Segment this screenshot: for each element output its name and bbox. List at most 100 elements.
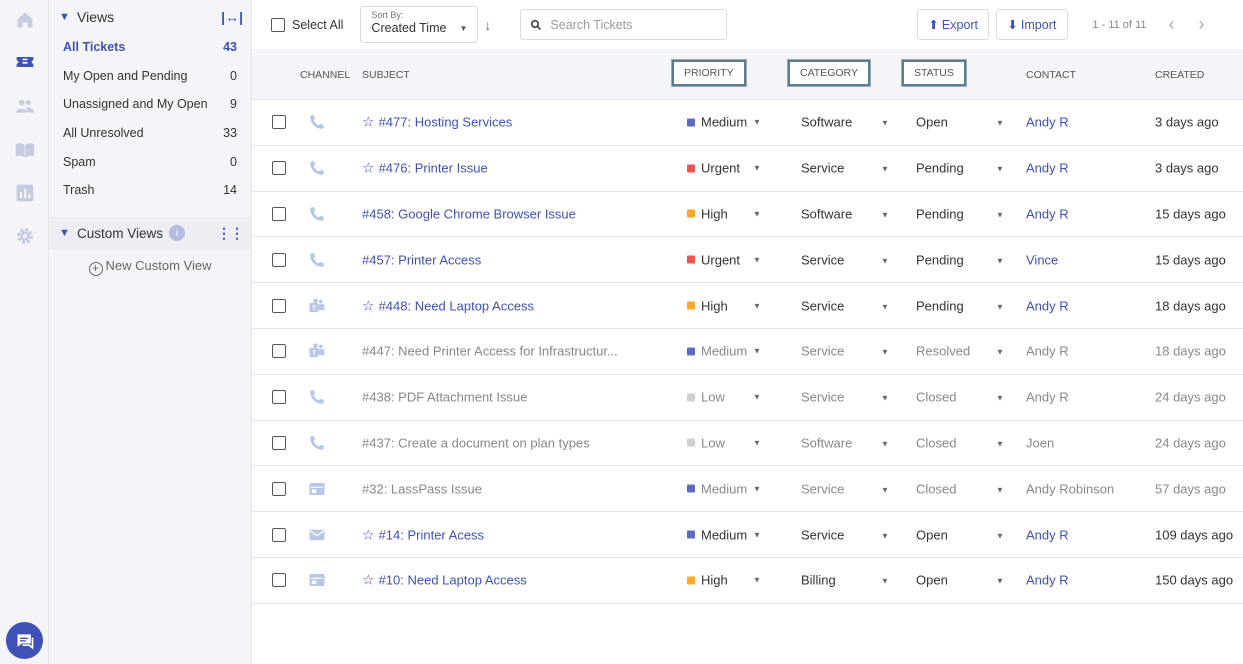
- col-priority[interactable]: PRIORITY: [672, 60, 746, 86]
- row-checkbox[interactable]: [272, 527, 286, 542]
- col-category[interactable]: CATEGORY: [788, 60, 870, 86]
- views-header[interactable]: ▼ Views |↔|: [49, 0, 251, 33]
- sort-select[interactable]: Sort By: Created Time ▼: [360, 6, 479, 43]
- settings-icon[interactable]: [14, 225, 36, 247]
- grip-icon[interactable]: ⋮⋮: [217, 225, 244, 242]
- category-dropdown[interactable]: Billing ▼: [801, 573, 891, 588]
- row-checkbox[interactable]: [272, 573, 286, 588]
- view-item[interactable]: Unassigned and My Open 9: [49, 90, 251, 119]
- table-row[interactable]: #458: Google Chrome Browser Issue High ▼ So…: [252, 192, 1243, 238]
- table-row[interactable]: ☆ #14: Printer Acess Medium ▼ Service ▼ Open ▼ A…: [252, 512, 1243, 558]
- row-checkbox[interactable]: [272, 481, 286, 496]
- custom-views-header[interactable]: ▼ Custom Views i ⋮⋮: [49, 216, 251, 250]
- table-row[interactable]: ☆ #10: Need Laptop Access High ▼ Billing ▼ Ope…: [252, 558, 1243, 604]
- ticket-subject-link[interactable]: ☆ #477: Hosting Services: [362, 114, 512, 131]
- search-input[interactable]: [550, 17, 711, 32]
- category-dropdown[interactable]: Service ▼: [801, 161, 891, 176]
- reports-icon[interactable]: [14, 182, 36, 204]
- col-subject[interactable]: SUBJECT: [362, 69, 410, 81]
- row-checkbox[interactable]: [272, 344, 286, 359]
- view-item[interactable]: All Unresolved 33: [49, 119, 251, 148]
- priority-dropdown[interactable]: Urgent ▼: [687, 252, 767, 267]
- priority-dropdown[interactable]: Medium ▼: [687, 344, 767, 359]
- priority-dropdown[interactable]: High ▼: [687, 298, 767, 313]
- home-icon[interactable]: [14, 9, 36, 31]
- knowledge-base-icon[interactable]: [14, 139, 36, 161]
- contact-link[interactable]: Andy Robinson: [1026, 481, 1114, 496]
- ticket-subject-link[interactable]: ☆ #10: Need Laptop Access: [362, 572, 527, 589]
- next-page-icon[interactable]: ›: [1198, 14, 1204, 35]
- status-dropdown[interactable]: Closed ▼: [916, 390, 1006, 405]
- select-all[interactable]: Select All: [271, 17, 343, 32]
- table-row[interactable]: ☆ #476: Printer Issue Urgent ▼ Service ▼ Pendi…: [252, 146, 1243, 192]
- contact-link[interactable]: Andy R: [1026, 115, 1069, 130]
- view-item[interactable]: Spam 0: [49, 147, 251, 176]
- contact-link[interactable]: Andy R: [1026, 161, 1069, 176]
- row-checkbox[interactable]: [272, 115, 286, 130]
- select-all-checkbox[interactable]: [271, 17, 285, 32]
- category-dropdown[interactable]: Service ▼: [801, 481, 891, 496]
- new-custom-view-button[interactable]: + New Custom View: [49, 258, 251, 276]
- ticket-subject-link[interactable]: #32: LassPass Issue: [362, 481, 482, 496]
- star-icon[interactable]: ☆: [362, 572, 375, 588]
- row-checkbox[interactable]: [272, 206, 286, 221]
- status-dropdown[interactable]: Open ▼: [916, 527, 1006, 542]
- category-dropdown[interactable]: Service ▼: [801, 298, 891, 313]
- table-row[interactable]: T #447: Need Printer Access for Infrastru…: [252, 329, 1243, 375]
- category-dropdown[interactable]: Software ▼: [801, 115, 891, 130]
- ticket-subject-link[interactable]: ☆ #448: Need Laptop Access: [362, 297, 534, 314]
- row-checkbox[interactable]: [272, 298, 286, 313]
- ticket-icon[interactable]: [14, 51, 36, 73]
- import-button[interactable]: ⬇ Import: [996, 9, 1069, 40]
- priority-dropdown[interactable]: Low ▼: [687, 435, 767, 450]
- row-checkbox[interactable]: [272, 161, 286, 176]
- contact-link[interactable]: Vince: [1026, 252, 1058, 267]
- priority-dropdown[interactable]: High ▼: [687, 573, 767, 588]
- contact-link[interactable]: Andy R: [1026, 527, 1069, 542]
- chat-icon[interactable]: [6, 622, 43, 659]
- view-item[interactable]: My Open and Pending 0: [49, 62, 251, 91]
- col-contact[interactable]: CONTACT: [1026, 69, 1076, 81]
- table-row[interactable]: #437: Create a document on plan types Low…: [252, 421, 1243, 467]
- category-dropdown[interactable]: Service ▼: [801, 390, 891, 405]
- star-icon[interactable]: ☆: [362, 114, 375, 130]
- star-icon[interactable]: ☆: [362, 160, 375, 176]
- contact-link[interactable]: Andy R: [1026, 298, 1069, 313]
- star-icon[interactable]: ☆: [362, 526, 375, 542]
- sort-direction-icon[interactable]: ↓: [484, 17, 491, 33]
- col-created[interactable]: CREATED: [1155, 69, 1204, 81]
- prev-page-icon[interactable]: ‹: [1168, 14, 1174, 35]
- view-item[interactable]: Trash 14: [49, 176, 251, 205]
- category-dropdown[interactable]: Software ▼: [801, 206, 891, 221]
- table-row[interactable]: #457: Printer Access Urgent ▼ Service ▼ Pendi…: [252, 237, 1243, 284]
- category-dropdown[interactable]: Service ▼: [801, 344, 891, 359]
- contact-link[interactable]: Andy R: [1026, 573, 1069, 588]
- contacts-icon[interactable]: [14, 95, 36, 117]
- row-checkbox[interactable]: [272, 390, 286, 405]
- ticket-subject-link[interactable]: ☆ #14: Printer Acess: [362, 526, 484, 543]
- contact-link[interactable]: Andy R: [1026, 390, 1069, 405]
- chevron-down-icon[interactable]: ▼: [59, 227, 73, 239]
- info-icon[interactable]: i: [169, 225, 186, 242]
- contact-link[interactable]: Andy R: [1026, 344, 1069, 359]
- status-dropdown[interactable]: Closed ▼: [916, 435, 1006, 450]
- ticket-subject-link[interactable]: #447: Need Printer Access for Infrastruc…: [362, 344, 618, 359]
- status-dropdown[interactable]: Closed ▼: [916, 481, 1006, 496]
- category-dropdown[interactable]: Service ▼: [801, 527, 891, 542]
- priority-dropdown[interactable]: Low ▼: [687, 390, 767, 405]
- ticket-subject-link[interactable]: #438: PDF Attachment Issue: [362, 390, 527, 405]
- search-box[interactable]: [520, 9, 728, 40]
- star-icon[interactable]: ☆: [362, 297, 375, 313]
- status-dropdown[interactable]: Pending ▼: [916, 206, 1006, 221]
- priority-dropdown[interactable]: Medium ▼: [687, 527, 767, 542]
- view-item[interactable]: All Tickets 43: [49, 33, 251, 62]
- row-checkbox[interactable]: [272, 435, 286, 450]
- ticket-subject-link[interactable]: #458: Google Chrome Browser Issue: [362, 206, 576, 221]
- status-dropdown[interactable]: Pending ▼: [916, 161, 1006, 176]
- priority-dropdown[interactable]: Medium ▼: [687, 115, 767, 130]
- contact-link[interactable]: Andy R: [1026, 206, 1069, 221]
- category-dropdown[interactable]: Software ▼: [801, 435, 891, 450]
- ticket-subject-link[interactable]: ☆ #476: Printer Issue: [362, 160, 488, 177]
- collapse-panel-icon[interactable]: |↔|: [221, 9, 243, 25]
- status-dropdown[interactable]: Open ▼: [916, 115, 1006, 130]
